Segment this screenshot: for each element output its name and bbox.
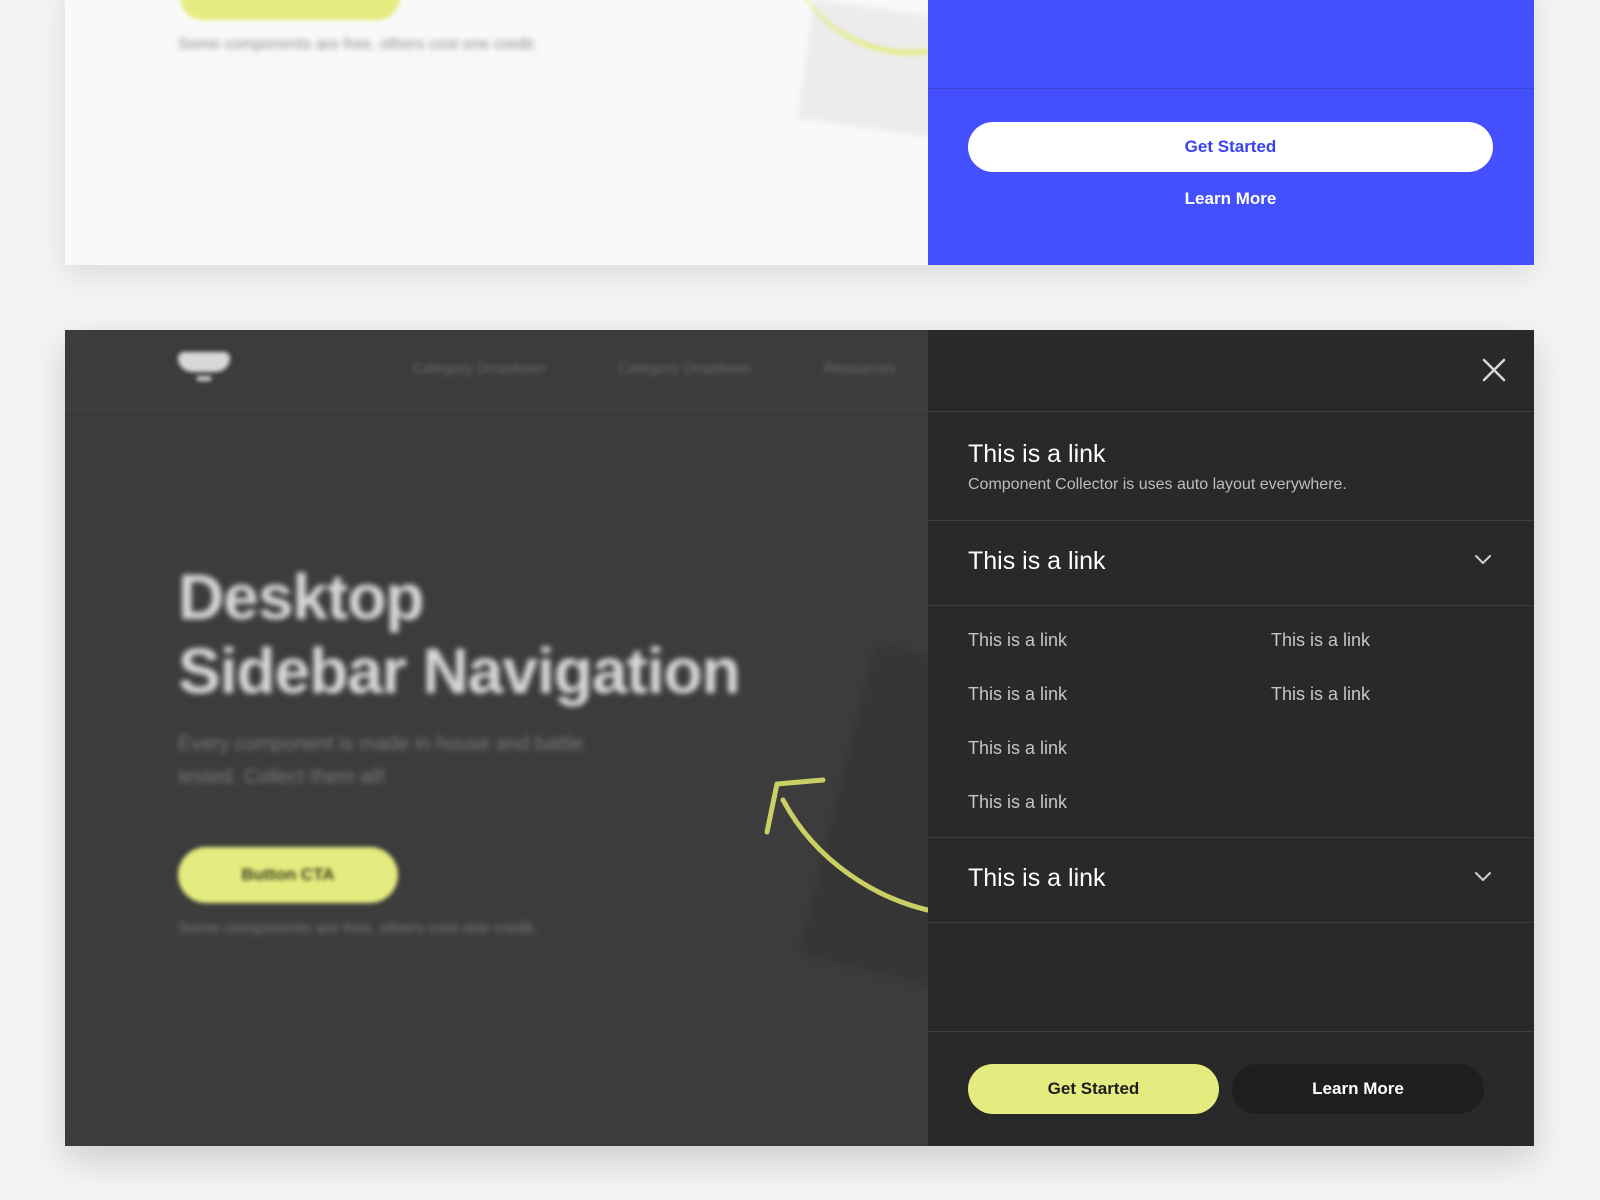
sublink[interactable]: This is a link: [968, 630, 1067, 651]
hero-title-line-1: Desktop: [178, 561, 425, 633]
nav-category-dropdown-2[interactable]: Category Dropdown: [618, 360, 751, 377]
hero-subtitle: Every component is made in house and bat…: [178, 733, 584, 788]
sublink[interactable]: This is a link: [968, 684, 1067, 705]
nav-divider: [65, 409, 928, 410]
sublink[interactable]: This is a link: [1271, 630, 1370, 651]
dark-theme-preview: Category Dropdown Category Dropdown Reso…: [65, 330, 1534, 1146]
sidebar-navigation: This is a link Component Collector is us…: [928, 330, 1534, 1146]
accordion-title[interactable]: This is a link: [968, 547, 1106, 576]
hero-title-line-2: Sidebar Navigation: [178, 635, 741, 707]
close-icon[interactable]: [1480, 356, 1508, 384]
brand-logo-mark: [197, 376, 211, 381]
get-started-button[interactable]: Get Started: [968, 122, 1493, 172]
accordion-title[interactable]: This is a link: [968, 864, 1106, 893]
blurred-cta-button: [180, 0, 400, 20]
sidebar-header: [928, 330, 1534, 412]
learn-more-link[interactable]: Learn More: [968, 184, 1493, 214]
brand-logo: [178, 352, 230, 372]
nav-resources[interactable]: Resources: [824, 360, 896, 377]
get-started-button[interactable]: Get Started: [968, 1064, 1219, 1114]
sublink[interactable]: This is a link: [968, 792, 1067, 813]
hero-title: Desktop Sidebar Navigation: [178, 560, 798, 708]
sidebar-accordion-1[interactable]: This is a link: [928, 521, 1534, 606]
sidebar-link-block[interactable]: This is a link Component Collector is us…: [928, 412, 1534, 521]
hero-cta-button[interactable]: Button CTA: [178, 847, 398, 903]
sidebar-sublinks: This is a link This is a link This is a …: [928, 606, 1534, 838]
divider: [928, 88, 1534, 89]
sidebar-footer: Get Started Learn More: [928, 1031, 1534, 1146]
nav-category-dropdown-1[interactable]: Category Dropdown: [412, 360, 545, 377]
hero-footnote: Some components are free, others cost on…: [178, 920, 538, 937]
decorative-arrow-icon: [764, 777, 940, 915]
chevron-down-icon[interactable]: [1474, 553, 1492, 565]
sidebar-link-description: Component Collector is uses auto layout …: [968, 476, 1347, 493]
learn-more-button[interactable]: Learn More: [1232, 1064, 1484, 1114]
sublink[interactable]: This is a link: [1271, 684, 1370, 705]
sublink[interactable]: This is a link: [968, 738, 1067, 759]
blurred-footnote: Some components are free, others cost on…: [178, 36, 538, 53]
sidebar-accordion-2[interactable]: This is a link: [928, 838, 1534, 923]
sidebar-link-title[interactable]: This is a link: [968, 440, 1106, 469]
blue-sidebar-panel: Get Started Learn More: [928, 0, 1534, 265]
chevron-down-icon[interactable]: [1474, 870, 1492, 882]
light-theme-preview: Some components are free, others cost on…: [65, 0, 1534, 265]
